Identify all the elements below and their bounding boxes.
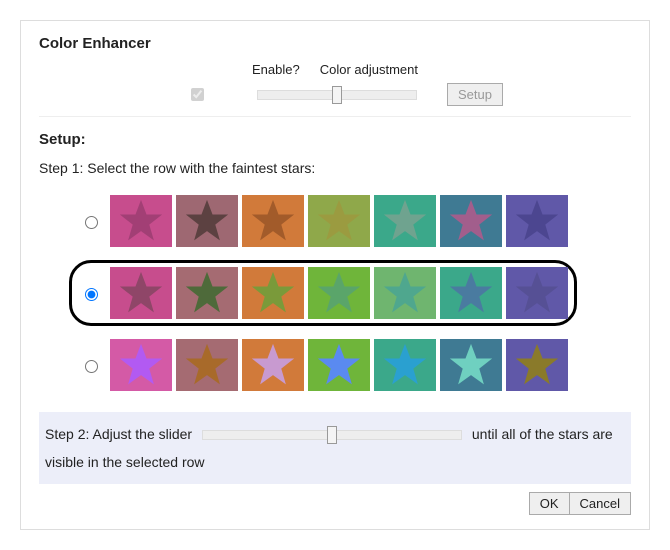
row-radio[interactable] [85,288,98,301]
row-radio[interactable] [85,216,98,229]
swatch [242,339,304,391]
swatch [242,195,304,247]
swatch [242,267,304,319]
star-rows [39,188,631,398]
swatch [440,339,502,391]
swatch-strip [110,267,568,319]
step2-slider[interactable] [202,430,462,440]
swatch [110,267,172,319]
swatch [110,195,172,247]
star-icon [316,342,362,388]
star-icon [184,198,230,244]
swatch [374,267,436,319]
color-adjust-slider[interactable] [257,90,417,100]
swatch [176,267,238,319]
star-icon [316,270,362,316]
star-icon [514,270,560,316]
star-icon [382,198,428,244]
swatch [176,195,238,247]
swatch [440,267,502,319]
enable-label: Enable? [252,62,300,77]
star-icon [250,270,296,316]
ok-button[interactable]: OK [529,492,570,515]
swatch [374,195,436,247]
star-icon [118,198,164,244]
divider [39,116,631,117]
color-enhancer-panel: Color Enhancer Enable? Color adjustment … [20,20,650,530]
swatch [308,195,370,247]
swatch [506,195,568,247]
row-radio[interactable] [85,360,98,373]
star-row[interactable] [69,332,577,398]
swatch [374,339,436,391]
cancel-button[interactable]: Cancel [569,492,631,515]
star-row[interactable] [69,188,577,254]
header-controls: Setup [39,83,631,106]
star-icon [250,342,296,388]
step2-block: Step 2: Adjust the slider until all of t… [39,412,631,484]
swatch-strip [110,195,568,247]
swatch [110,339,172,391]
star-icon [448,270,494,316]
swatch [506,339,568,391]
star-icon [250,198,296,244]
star-icon [184,270,230,316]
header-labels: Enable? Color adjustment [39,62,631,77]
footer: OK Cancel [39,492,631,515]
step2-text-a: Step 2: Adjust the slider [45,426,192,442]
adjust-label: Color adjustment [320,62,418,77]
enable-checkbox[interactable] [191,88,204,101]
panel-title: Color Enhancer [39,35,631,52]
swatch [176,339,238,391]
star-icon [382,342,428,388]
star-icon [118,270,164,316]
star-icon [514,198,560,244]
star-icon [448,342,494,388]
star-icon [184,342,230,388]
setup-heading: Setup: [39,131,631,148]
step1-text: Step 1: Select the row with the faintest… [39,160,631,176]
swatch [308,339,370,391]
star-icon [316,198,362,244]
swatch-strip [110,339,568,391]
swatch [440,195,502,247]
star-icon [514,342,560,388]
swatch [506,267,568,319]
star-icon [382,270,428,316]
swatch [308,267,370,319]
setup-button[interactable]: Setup [447,83,503,106]
star-icon [448,198,494,244]
star-row[interactable] [69,260,577,326]
star-icon [118,342,164,388]
